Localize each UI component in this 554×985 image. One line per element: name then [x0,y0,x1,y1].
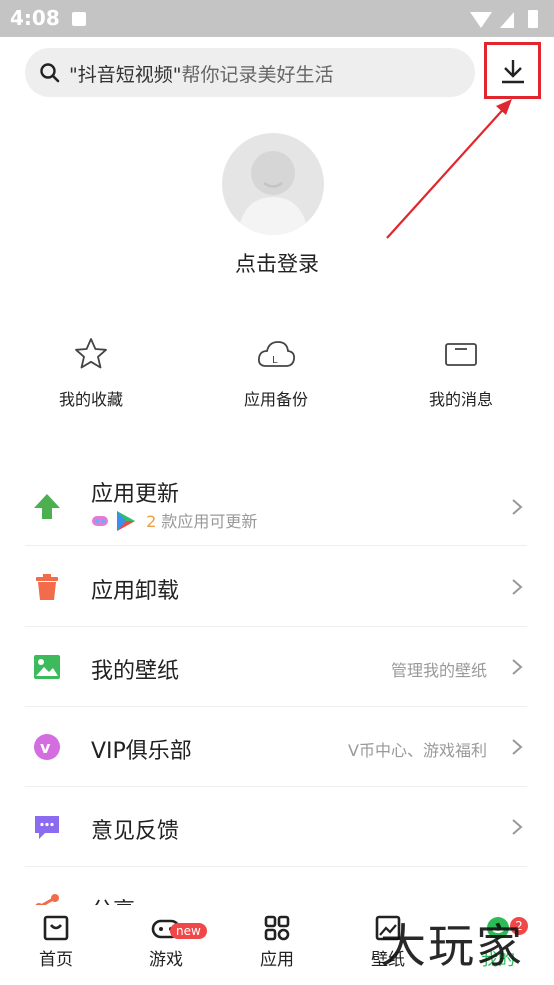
download-icon [501,59,524,83]
menu-label: 应用卸载 [91,579,180,604]
home-icon [43,915,69,941]
message-icon [445,343,477,366]
menu-row-app-update[interactable]: 应用更新 2 款应用可更新 [25,466,527,546]
menu-row-wallpaper[interactable]: 我的壁纸 管理我的壁纸 [25,627,527,707]
wallpaper-icon [34,655,60,679]
search-icon [40,63,60,83]
login-label[interactable]: 点击登录 [0,248,554,278]
star-icon [75,338,107,369]
menu-label: 分享 [91,893,135,905]
svg-text:v: v [40,738,51,757]
share-icon [35,894,59,905]
svg-text:L: L [272,355,278,366]
tab-label: 游戏 [149,950,183,970]
update-subtext: 2 款应用可更新 [91,508,257,532]
menu-row-uninstall[interactable]: 应用卸载 [25,547,527,627]
menu-row-vip[interactable]: v VIP俱乐部 V币中心、游戏福利 [25,707,527,787]
quick-action-messages[interactable]: 我的消息 [391,336,531,410]
chevron-right-icon [512,579,523,595]
quick-action-backup[interactable]: L 应用备份 [206,336,346,410]
feedback-icon [35,816,59,839]
menu-label: 我的壁纸 [91,659,180,684]
status-time: 4:08 [10,6,60,30]
vip-icon: v [34,734,60,760]
tab-label: 首页 [39,950,73,970]
tab-label: 应用 [260,950,294,970]
new-badge: new [170,923,207,939]
chevron-right-icon [512,819,523,835]
status-bar: 4:08 [0,0,554,37]
tab-games[interactable]: new 游戏 [126,915,207,970]
tab-home[interactable]: 首页 [16,915,96,970]
quick-action-label: 我的收藏 [58,390,123,409]
avatar-placeholder-icon [240,151,306,235]
quick-action-label: 应用备份 [243,390,308,409]
menu-label: 意见反馈 [91,819,180,844]
notification-icon [72,12,86,26]
status-icons [470,10,538,28]
chevron-right-icon [512,739,523,755]
search-rest: 帮你记录美好生活 [181,64,334,86]
cloud-backup-icon: L [257,341,296,367]
search-bar[interactable]: "抖音短视频"帮你记录美好生活 [25,48,475,97]
menu-right-text: V币中心、游戏福利 [348,741,487,760]
search-highlight: "抖音短视频" [69,64,182,86]
apps-icon [264,915,290,941]
search-placeholder: "抖音短视频"帮你记录美好生活 [69,60,334,87]
update-arrow-icon [34,494,60,519]
avatar[interactable] [222,133,324,235]
quick-action-label: 我的消息 [428,390,493,409]
menu-right-text: 管理我的壁纸 [390,661,487,680]
download-button[interactable] [484,42,541,99]
menu-row-share[interactable]: 分享 [25,867,527,905]
update-count-text: 款应用可更新 [161,512,258,531]
app-thumb-icons [92,511,135,531]
menu-row-feedback[interactable]: 意见反馈 [25,787,527,867]
menu-label: 应用更新 [91,482,180,507]
watermark: 大玩家 [380,919,524,973]
tab-apps[interactable]: 应用 [237,915,317,970]
menu-label: VIP俱乐部 [91,739,192,764]
chevron-right-icon [512,659,523,675]
trash-icon [36,574,58,600]
update-count: 2 [146,512,157,531]
quick-action-favorites[interactable]: 我的收藏 [21,336,161,410]
chevron-right-icon [512,499,523,515]
